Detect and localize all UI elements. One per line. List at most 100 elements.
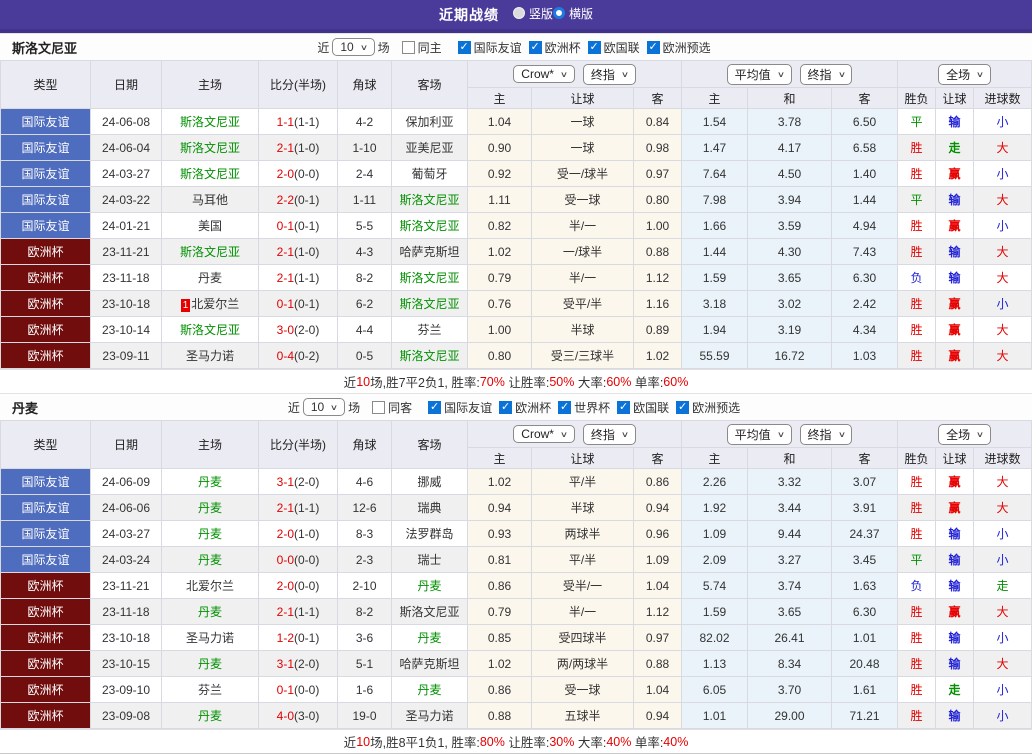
odds-source-select[interactable]: Crow* ∨ xyxy=(513,65,575,83)
result-wdl-cell: 胜 xyxy=(897,160,937,187)
odds-home-cell: 0.80 xyxy=(467,342,532,369)
odds-handicap-cell: 半球 xyxy=(531,494,634,521)
avg-time-select[interactable]: 终指 ∨ xyxy=(799,63,853,85)
chevron-down-icon: ∨ xyxy=(620,69,629,79)
avg-away-cell: 4.94 xyxy=(830,212,899,239)
odds-home-cell: 0.90 xyxy=(467,134,532,161)
col-avg-draw: 和 xyxy=(747,447,832,469)
league-cell: 欧洲杯 xyxy=(0,316,91,343)
result-wdl-cell: 胜 xyxy=(897,212,937,239)
odds-handicap-cell: 平/半 xyxy=(531,546,634,573)
home-team-cell: 圣马力诺 xyxy=(161,342,259,369)
result-wdl-cell: 胜 xyxy=(897,650,937,677)
avg-away-cell: 6.58 xyxy=(830,134,899,161)
score-cell: 0-1(0-1) xyxy=(258,212,338,239)
scope-select[interactable]: 全场 ∨ xyxy=(938,63,991,85)
avg-home-cell: 1.94 xyxy=(681,316,748,343)
result-handicap-cell: 输 xyxy=(935,520,975,547)
result-wdl-cell: 胜 xyxy=(897,238,937,265)
result-wdl-cell: 胜 xyxy=(897,676,937,703)
corners-cell: 2-3 xyxy=(337,546,392,573)
match-count-select[interactable]: 10 ∨ xyxy=(302,398,346,416)
result-group-header: 全场 ∨ xyxy=(897,60,1032,88)
date-cell: 23-11-18 xyxy=(90,598,162,625)
odds-handicap-cell: 受四球半 xyxy=(531,624,634,651)
league-filter-checkbox[interactable]: ✓ xyxy=(587,40,601,54)
home-team-cell: 丹麦 xyxy=(161,264,259,291)
same-side-checkbox[interactable] xyxy=(372,400,386,414)
team-section: 丹麦 近 10 ∨ 场 同客 ✓ 国际友谊 ✓ 欧洲杯 ✓ 世界杯 ✓ 欧国联 ✓ 欧洲预选 类型 … xyxy=(0,393,1032,753)
layout-radio-vertical[interactable]: 竖版 xyxy=(512,5,553,22)
corners-cell: 8-3 xyxy=(337,520,392,547)
avg-away-cell: 1.40 xyxy=(830,160,899,187)
match-row: 欧洲杯 23-09-11 圣马力诺 0-4(0-2) 0-5 斯洛文尼亚 0.8… xyxy=(0,342,1032,369)
avg-value-select[interactable]: 平均值 ∨ xyxy=(726,63,792,85)
same-side-label: 同客 xyxy=(388,400,413,415)
page-title: 近期战绩 xyxy=(438,6,499,23)
league-cell: 欧洲杯 xyxy=(0,572,91,599)
odds-handicap-cell: 两/两球半 xyxy=(531,650,634,677)
odds-home-cell: 0.93 xyxy=(467,520,532,547)
result-handicap-cell: 输 xyxy=(935,624,975,651)
odds-away-cell: 0.89 xyxy=(633,316,682,343)
league-filter-checkbox[interactable]: ✓ xyxy=(499,400,513,414)
odds-handicap-cell: 平/半 xyxy=(531,468,634,495)
odds-away-cell: 0.98 xyxy=(633,134,682,161)
league-filter-checkbox[interactable]: ✓ xyxy=(457,40,471,54)
home-team-cell: 美国 xyxy=(161,212,259,239)
odds-home-cell: 0.85 xyxy=(467,624,532,651)
score-cell: 0-1(0-0) xyxy=(258,676,338,703)
result-goals-cell: 大 xyxy=(973,134,1032,161)
odds-time-select[interactable]: 终指 ∨ xyxy=(582,423,636,445)
layout-radio-horizontal[interactable]: 横版 xyxy=(553,5,593,22)
recent-results-panel: 近期战绩 竖版 横版 斯洛文尼亚 近 10 ∨ 场 同主 ✓ 国际友谊 ✓ 欧洲杯 ✓ 欧国… xyxy=(0,0,1032,754)
match-row: 欧洲杯 23-11-18 丹麦 2-1(1-1) 8-2 斯洛文尼亚 0.79 … xyxy=(0,598,1032,625)
league-cell: 国际友谊 xyxy=(0,160,91,187)
team-section-header: 斯洛文尼亚 近 10 ∨ 场 同主 ✓ 国际友谊 ✓ 欧洲杯 ✓ 欧国联 ✓ 欧洲预选 xyxy=(0,33,1032,60)
avg-home-cell: 3.18 xyxy=(681,290,748,317)
away-team-cell: 瑞士 xyxy=(391,546,468,573)
avg-value-select[interactable]: 平均值 ∨ xyxy=(726,423,792,445)
odds-away-cell: 0.88 xyxy=(633,650,682,677)
avg-home-cell: 1.13 xyxy=(681,650,748,677)
match-count-select[interactable]: 10 ∨ xyxy=(332,38,375,56)
layout-radio-group: 竖版 横版 xyxy=(512,5,593,25)
date-cell: 23-11-21 xyxy=(90,238,162,265)
odds-home-cell: 0.86 xyxy=(467,676,532,703)
avg-draw-cell: 26.41 xyxy=(747,624,832,651)
odds-time-select[interactable]: 终指 ∨ xyxy=(582,63,636,85)
odds-source-select[interactable]: Crow* ∨ xyxy=(513,425,575,443)
result-goals-cell: 小 xyxy=(973,520,1032,547)
result-handicap-cell: 赢 xyxy=(935,342,975,369)
summary-segment: 近 xyxy=(343,736,357,750)
home-team-cell: 丹麦 xyxy=(161,702,259,729)
col-result-wdl: 胜负 xyxy=(897,447,937,469)
league-filter-checkbox[interactable]: ✓ xyxy=(646,40,660,54)
corners-cell: 6-2 xyxy=(337,290,392,317)
avg-home-cell: 1.01 xyxy=(681,702,748,729)
odds-home-cell: 0.82 xyxy=(467,212,532,239)
date-cell: 23-10-18 xyxy=(90,290,162,317)
result-goals-cell: 小 xyxy=(973,676,1032,703)
result-wdl-cell: 平 xyxy=(897,108,937,135)
col-result-handicap: 让球 xyxy=(935,447,975,469)
league-filter-checkbox[interactable]: ✓ xyxy=(528,40,542,54)
avg-draw-cell: 9.44 xyxy=(747,520,832,547)
result-goals-cell: 大 xyxy=(973,264,1032,291)
scope-select[interactable]: 全场 ∨ xyxy=(938,423,991,445)
same-side-checkbox[interactable] xyxy=(401,40,415,54)
result-wdl-cell: 平 xyxy=(897,546,937,573)
summary-segment: 让胜率: xyxy=(504,376,550,390)
league-filter-checkbox[interactable]: ✓ xyxy=(617,400,631,414)
match-row: 国际友谊 24-06-09 丹麦 3-1(2-0) 4-6 挪威 1.02 平/… xyxy=(0,468,1032,495)
chevron-down-icon: ∨ xyxy=(359,42,368,52)
avg-home-cell: 6.05 xyxy=(681,676,748,703)
home-team-cell: 丹麦 xyxy=(161,598,259,625)
league-filter-checkbox[interactable]: ✓ xyxy=(428,400,442,414)
league-filter-checkbox[interactable]: ✓ xyxy=(676,400,690,414)
league-filter-checkbox[interactable]: ✓ xyxy=(558,400,572,414)
team-name: 丹麦 xyxy=(12,400,39,416)
odds-home-cell: 1.02 xyxy=(467,238,532,265)
avg-time-select[interactable]: 终指 ∨ xyxy=(799,423,853,445)
col-odds-handicap: 让球 xyxy=(531,447,634,469)
